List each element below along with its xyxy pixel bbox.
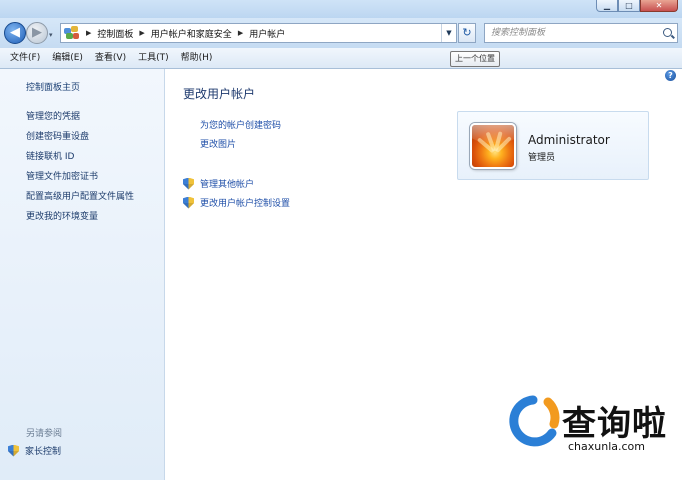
forward-button[interactable]: ▶ bbox=[26, 22, 48, 44]
close-button[interactable]: ✕ bbox=[640, 0, 678, 12]
sidebar-item-manage-credentials[interactable]: 管理您的凭据 bbox=[26, 109, 80, 122]
back-tooltip: 上一个位置 bbox=[450, 51, 500, 67]
shield-icon bbox=[183, 197, 194, 209]
address-dropdown-button[interactable]: ▼ bbox=[441, 24, 456, 42]
search-icon[interactable] bbox=[663, 28, 672, 37]
watermark-url: chaxunla.com bbox=[568, 440, 645, 453]
breadcrumb-user-accounts-family-safety[interactable]: 用户帐户和家庭安全 bbox=[151, 27, 232, 40]
breadcrumb-separator[interactable]: ▶ bbox=[139, 29, 144, 37]
control-panel-icon bbox=[64, 26, 80, 40]
breadcrumb-separator: ▶ bbox=[86, 29, 92, 37]
address-bar[interactable]: ▶ 控制面板 ▶ 用户帐户和家庭安全 ▶ 用户帐户 ▼ bbox=[60, 23, 457, 43]
menu-tools[interactable]: 工具(T) bbox=[132, 48, 175, 68]
menu-bar: 文件(F) 编辑(E) 查看(V) 工具(T) 帮助(H) bbox=[0, 48, 682, 69]
breadcrumb-separator[interactable]: ▶ bbox=[238, 29, 243, 37]
refresh-button[interactable]: ↻ bbox=[458, 23, 476, 43]
user-role: 管理员 bbox=[528, 153, 556, 163]
menu-edit[interactable]: 编辑(E) bbox=[46, 48, 89, 68]
create-password-link[interactable]: 为您的帐户创建密码 bbox=[200, 118, 281, 131]
sidebar-item-password-reset-disk[interactable]: 创建密码重设盘 bbox=[26, 129, 89, 142]
user-account-card: Administrator 管理员 bbox=[457, 111, 649, 180]
menu-view[interactable]: 查看(V) bbox=[89, 48, 132, 68]
sidebar-item-advanced-profile-properties[interactable]: 配置高级用户配置文件属性 bbox=[26, 189, 134, 202]
window-controls: ▁ □ ✕ bbox=[596, 0, 678, 13]
parental-controls-label: 家长控制 bbox=[25, 447, 62, 457]
see-also-heading: 另请参阅 bbox=[26, 429, 63, 439]
maximize-button[interactable]: □ bbox=[618, 0, 640, 12]
page-title: 更改用户帐户 bbox=[183, 87, 256, 101]
sidebar: 控制面板主页 管理您的凭据 创建密码重设盘 链接联机 ID 管理文件加密证书 配… bbox=[0, 69, 165, 480]
search-placeholder: 搜索控制面板 bbox=[491, 28, 546, 38]
change-picture-link[interactable]: 更改图片 bbox=[200, 137, 236, 150]
watermark-text: 查询啦 bbox=[562, 404, 667, 444]
title-bar: ▁ □ ✕ bbox=[0, 0, 682, 18]
sidebar-item-parental-controls[interactable]: 家长控制 bbox=[8, 444, 61, 457]
breadcrumb-user-accounts[interactable]: 用户帐户 bbox=[249, 27, 285, 40]
menu-file[interactable]: 文件(F) bbox=[0, 48, 46, 68]
help-icon[interactable]: ? bbox=[665, 70, 676, 81]
shield-icon bbox=[8, 445, 19, 457]
watermark-logo-icon bbox=[509, 395, 560, 447]
menu-help[interactable]: 帮助(H) bbox=[175, 48, 219, 68]
avatar[interactable] bbox=[470, 123, 516, 169]
sidebar-item-link-online-id[interactable]: 链接联机 ID bbox=[26, 149, 74, 162]
recent-pages-button[interactable]: ▾ bbox=[49, 31, 53, 39]
manage-other-accounts-link[interactable]: 管理其他帐户 bbox=[183, 177, 254, 190]
sidebar-control-panel-home[interactable]: 控制面板主页 bbox=[26, 80, 80, 93]
navigation-bar: ◀ ▶ ▾ ▶ 控制面板 ▶ 用户帐户和家庭安全 ▶ 用户帐户 ▼ ↻ 搜索控制… bbox=[0, 18, 682, 48]
breadcrumb-control-panel[interactable]: 控制面板 bbox=[97, 27, 133, 40]
back-button[interactable]: ◀ bbox=[4, 22, 26, 44]
sidebar-item-environment-variables[interactable]: 更改我的环境变量 bbox=[26, 209, 98, 222]
search-input[interactable]: 搜索控制面板 bbox=[484, 23, 678, 43]
sidebar-item-file-encryption-certificates[interactable]: 管理文件加密证书 bbox=[26, 169, 98, 182]
user-name: Administrator bbox=[528, 133, 610, 147]
manage-other-accounts-label: 管理其他帐户 bbox=[200, 180, 255, 190]
shield-icon bbox=[183, 178, 194, 190]
uac-settings-link[interactable]: 更改用户帐户控制设置 bbox=[183, 196, 290, 209]
watermark: 查询啦 chaxunla.com bbox=[506, 394, 676, 460]
uac-settings-label: 更改用户帐户控制设置 bbox=[200, 199, 291, 209]
minimize-button[interactable]: ▁ bbox=[596, 0, 618, 12]
